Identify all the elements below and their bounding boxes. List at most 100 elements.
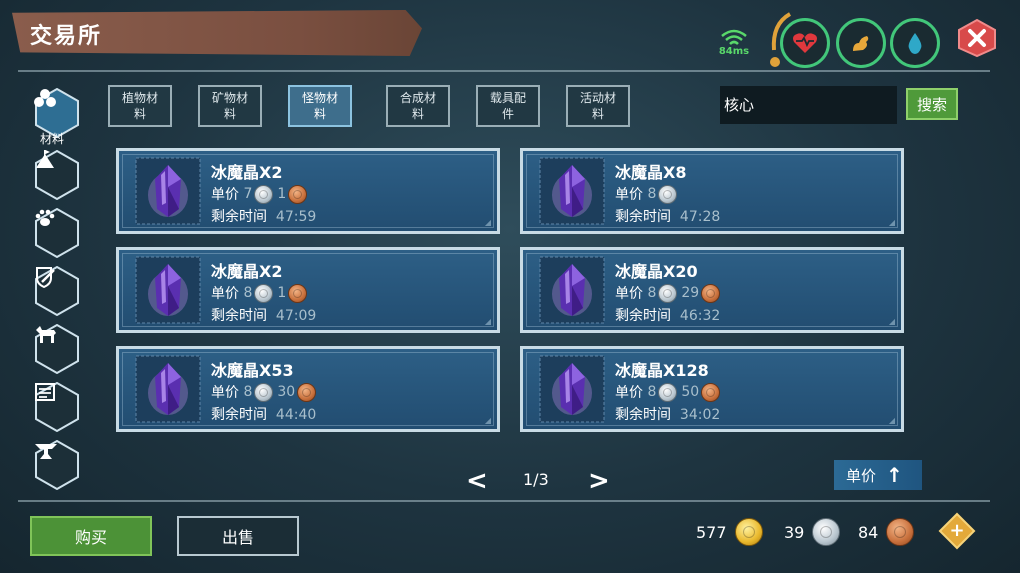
price-row: 单价 8 1	[211, 283, 311, 303]
mountain-flag-icon	[34, 150, 80, 200]
remaining-time: 34:02	[679, 407, 721, 423]
ice-crystal-icon	[539, 355, 605, 423]
top-divider	[18, 70, 990, 72]
wallet-silver: 39	[784, 518, 844, 546]
next-page-button[interactable]: >	[588, 466, 610, 496]
copper-coin-icon	[297, 382, 317, 402]
stamina-button[interactable]	[836, 18, 886, 68]
silver-price: 8	[243, 384, 253, 400]
copper-price: 1	[277, 186, 287, 202]
bottom-divider	[18, 500, 990, 502]
add-currency-button[interactable]: +	[938, 512, 976, 550]
buy-button[interactable]: 购买	[30, 516, 152, 556]
sort-label: 单价	[846, 466, 877, 485]
water-button[interactable]	[890, 18, 940, 68]
copper-coin-icon	[288, 283, 308, 303]
gold-coin-icon	[734, 518, 763, 546]
ice-crystal-icon	[135, 157, 201, 225]
tab-event-materials[interactable]: 活动材料	[566, 85, 630, 127]
listing-card[interactable]: 冰魔晶X2 单价 7 1 剩余时间 47:59 ◢	[116, 148, 500, 234]
time-row: 剩余时间 47:28	[615, 206, 720, 226]
item-name: 冰魔晶X53	[211, 361, 294, 380]
corner-mark: ◢	[484, 317, 491, 326]
sidebar-item-animal[interactable]	[34, 208, 80, 258]
listing-card[interactable]: 冰魔晶X20 单价 8 29 剩余时间 46:32 ◢	[520, 247, 904, 333]
price-label: 单价	[211, 187, 239, 203]
time-row: 剩余时间 34:02	[615, 404, 720, 424]
search-button[interactable]: 搜索	[906, 88, 958, 120]
corner-mark: ◢	[484, 416, 491, 425]
close-button[interactable]	[955, 18, 999, 58]
corner-mark: ◢	[888, 317, 895, 326]
copper-price: 50	[681, 384, 700, 400]
remaining-time: 47:59	[275, 209, 317, 225]
corner-mark: ◢	[888, 416, 895, 425]
stamina-arm-icon	[853, 36, 869, 51]
sort-arrow-icon: ↑	[886, 463, 903, 487]
time-label: 剩余时间	[615, 308, 671, 324]
search-input[interactable]: 核心	[720, 86, 897, 124]
health-heart-icon	[793, 33, 817, 53]
tab-synthetic-materials[interactable]: 合成材料	[386, 85, 450, 127]
tab-plant-materials[interactable]: 植物材料	[108, 85, 172, 127]
silver-coin-icon	[254, 184, 274, 204]
page-title: 交易所	[30, 24, 103, 49]
sort-by-price-button[interactable]: 单价 ↑	[834, 460, 922, 490]
wifi-icon	[721, 29, 747, 45]
time-label: 剩余时间	[615, 407, 671, 423]
copper-coin-icon	[701, 283, 721, 303]
tab-mineral-materials[interactable]: 矿物材料	[198, 85, 262, 127]
silver-price: 7	[243, 186, 253, 202]
copper-amount: 84	[858, 522, 879, 542]
tab-vehicle-parts[interactable]: 载具配件	[476, 85, 540, 127]
item-name: 冰魔晶X2	[211, 163, 283, 182]
sidebar-item-mount[interactable]	[34, 324, 80, 374]
listing-card[interactable]: 冰魔晶X53 单价 8 30 剩余时间 44:40 ◢	[116, 346, 500, 432]
silver-coin-icon	[812, 518, 841, 546]
water-drop-icon	[908, 33, 922, 54]
price-row: 单价 8	[615, 184, 681, 204]
time-label: 剩余时间	[211, 209, 267, 225]
silver-coin-icon	[658, 382, 678, 402]
sidebar-item-documents[interactable]	[34, 382, 80, 432]
copper-coin-icon	[701, 382, 721, 402]
listing-card[interactable]: 冰魔晶X128 单价 8 50 剩余时间 34:02 ◢	[520, 346, 904, 432]
page-indicator: 1/3	[523, 470, 549, 489]
horse-icon	[34, 324, 80, 374]
paw-icon	[34, 208, 80, 258]
sidebar-item-equipment[interactable]	[34, 266, 80, 316]
silver-price: 8	[647, 186, 657, 202]
copper-coin-icon	[288, 184, 308, 204]
sidebar-item-tools[interactable]	[34, 440, 80, 490]
time-label: 剩余时间	[615, 209, 671, 225]
item-name: 冰魔晶X128	[615, 361, 709, 380]
item-name: 冰魔晶X2	[211, 262, 283, 281]
sidebar-active-label: 材料	[40, 132, 65, 146]
copper-price: 30	[277, 384, 296, 400]
copper-price: 1	[277, 285, 287, 301]
item-name: 冰魔晶X8	[615, 163, 687, 182]
price-row: 单价 8 30	[211, 382, 320, 402]
gold-amount: 577	[696, 522, 727, 542]
silver-coin-icon	[658, 283, 678, 303]
silver-price: 8	[243, 285, 253, 301]
remaining-time: 46:32	[679, 308, 721, 324]
price-label: 单价	[211, 385, 239, 401]
price-label: 单价	[615, 187, 643, 203]
tab-monster-materials[interactable]: 怪物材料	[288, 85, 352, 127]
health-button[interactable]	[780, 18, 830, 68]
silver-amount: 39	[784, 522, 805, 542]
sell-button[interactable]: 出售	[177, 516, 299, 556]
time-row: 剩余时间 47:59	[211, 206, 316, 226]
corner-mark: ◢	[888, 218, 895, 227]
anvil-icon	[34, 440, 80, 490]
copper-price: 29	[681, 285, 700, 301]
scroll-icon	[34, 382, 80, 432]
prev-page-button[interactable]: <	[466, 466, 488, 496]
sidebar-item-camp[interactable]	[34, 150, 80, 200]
listing-card[interactable]: 冰魔晶X2 单价 8 1 剩余时间 47:09 ◢	[116, 247, 500, 333]
listing-card[interactable]: 冰魔晶X8 单价 8 剩余时间 47:28 ◢	[520, 148, 904, 234]
silver-coin-icon	[254, 382, 274, 402]
price-label: 单价	[615, 385, 643, 401]
ice-crystal-icon	[539, 157, 605, 225]
